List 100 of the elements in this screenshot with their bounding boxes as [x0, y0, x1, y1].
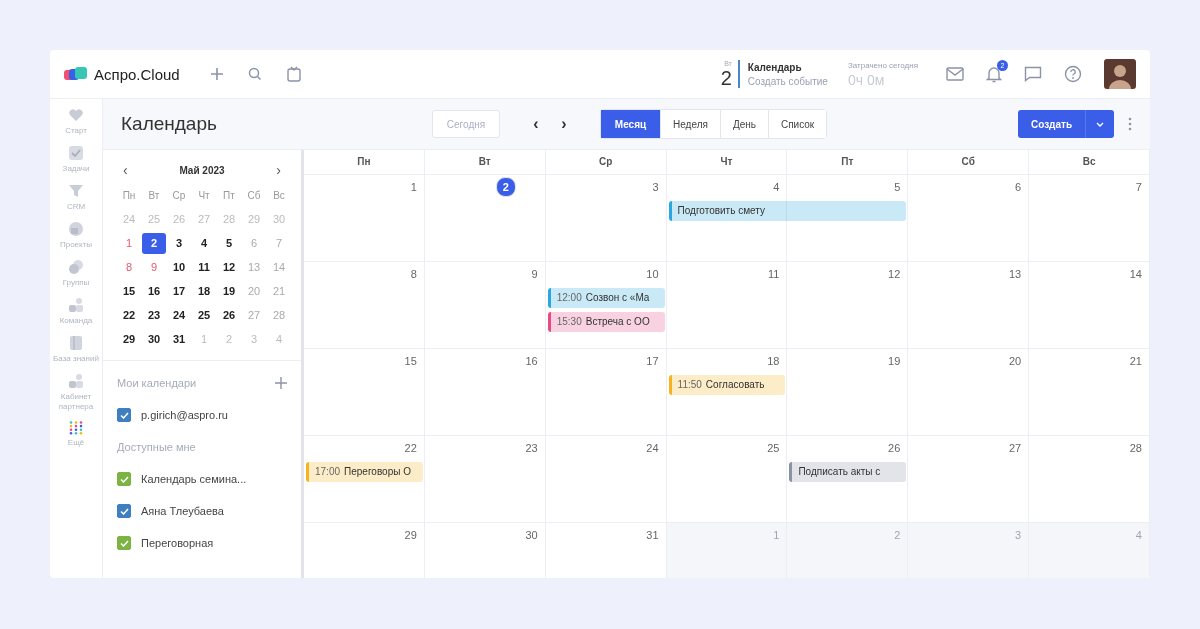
mini-day[interactable]: 30 [142, 329, 166, 350]
weekday-header: Пт [787, 150, 909, 174]
weekday-label: Чт [197, 189, 211, 203]
weekday-label: Ср [171, 189, 187, 203]
calendar-event[interactable]: 12:00 Созвон с «Ма [547, 288, 665, 308]
calendar-event[interactable]: Подписать акты с [789, 462, 907, 482]
mini-day[interactable]: 26 [217, 305, 241, 326]
mini-day[interactable]: 25 [192, 305, 216, 326]
next-button[interactable]: › [550, 115, 578, 133]
day-number[interactable]: 14 [1124, 265, 1142, 283]
month-title: Май 2023 [179, 164, 225, 176]
day-number[interactable]: 19 [882, 352, 901, 370]
day-number: 2 [720, 68, 732, 88]
mini-day[interactable]: 29 [117, 329, 141, 350]
day-number[interactable]: 16 [519, 352, 538, 370]
day-number[interactable]: 11 [761, 265, 780, 283]
mini-day[interactable]: 19 [217, 281, 241, 302]
view-tab[interactable]: Месяц [601, 110, 661, 138]
add-icon[interactable] [275, 377, 287, 389]
day-number[interactable]: 2 [495, 177, 516, 197]
help-icon[interactable] [1064, 65, 1082, 83]
funnel-icon [68, 183, 84, 199]
create-dropdown-button[interactable] [1086, 110, 1114, 138]
logo-text: Аспро.Cloud [94, 65, 180, 83]
day-number[interactable]: 6 [1003, 178, 1022, 196]
day-number[interactable]: 13 [1003, 265, 1022, 283]
calendar-event[interactable]: 15:30 Встреча с ОО [547, 312, 665, 332]
mini-day[interactable]: 24 [167, 305, 191, 326]
logo-icon [64, 67, 88, 81]
time-spent-value: 0ч 0м [847, 71, 886, 88]
day-number[interactable]: 12 [882, 265, 901, 283]
circles-icon [68, 259, 84, 275]
day-number[interactable]: 26 [882, 439, 901, 457]
calendar-checkbox[interactable] [117, 536, 131, 550]
mini-day[interactable]: 3 [167, 233, 191, 254]
day-number[interactable]: 10 [640, 265, 659, 283]
clipboard-icon[interactable] [285, 66, 302, 82]
day-number[interactable]: 23 [519, 439, 538, 457]
day-number[interactable]: 20 [1003, 352, 1022, 370]
mini-day[interactable]: 31 [167, 329, 191, 350]
calendar-checkbox[interactable] [117, 472, 131, 486]
day-number[interactable]: 28 [1124, 439, 1142, 457]
calendar-checkbox[interactable] [117, 408, 131, 422]
calendar-event[interactable]: 17:00 Переговоры О [306, 462, 423, 482]
chat-icon[interactable] [1024, 66, 1042, 82]
weekday-label: Вс [272, 189, 286, 203]
day-number[interactable]: 18 [761, 352, 780, 370]
section-title: Мои календари [117, 377, 197, 389]
mini-day[interactable]: 4 [192, 233, 216, 254]
calendar-checkbox[interactable] [117, 504, 131, 518]
weekday-label: Пт [222, 189, 236, 203]
mail-icon[interactable] [946, 67, 964, 81]
day-number[interactable]: 25 [761, 439, 780, 457]
day-number[interactable]: 29 [398, 526, 417, 544]
day-number[interactable]: 8 [398, 265, 417, 283]
mini-day[interactable]: 11 [192, 257, 216, 278]
day-number[interactable]: 1 [398, 178, 417, 196]
weekday-header: Чт [666, 150, 788, 174]
mini-day[interactable]: 23 [142, 305, 166, 326]
mini-day[interactable]: 22 [117, 305, 141, 326]
mini-day[interactable]: 12 [217, 257, 241, 278]
mini-day[interactable]: 17 [167, 281, 191, 302]
day-number[interactable]: 21 [1124, 352, 1142, 370]
day-number[interactable]: 30 [519, 526, 538, 544]
day-number[interactable]: 7 [1124, 178, 1142, 196]
mini-next-button[interactable]: › [270, 162, 287, 178]
mini-day[interactable]: 10 [167, 257, 191, 278]
day-number[interactable]: 17 [640, 352, 659, 370]
day-number[interactable]: 31 [640, 526, 659, 544]
mini-day[interactable]: 15 [117, 281, 141, 302]
mini-day[interactable]: 9 [142, 257, 166, 278]
plus-icon[interactable] [209, 67, 224, 81]
weekday-header: Ср [545, 150, 667, 174]
mini-day[interactable]: 16 [142, 281, 166, 302]
calendar-event[interactable]: Подготовить смету [668, 201, 907, 221]
day-number[interactable]: 15 [398, 352, 417, 370]
calendar-name: p.girich@aspro.ru [141, 409, 228, 421]
day-number[interactable]: 5 [882, 178, 901, 196]
mini-prev-button[interactable]: ‹ [117, 162, 134, 178]
bell-icon[interactable] [986, 65, 1002, 83]
page-title: Календарь [121, 113, 218, 135]
search-icon[interactable] [247, 67, 262, 81]
weekday-header: Сб [908, 150, 1030, 174]
day-number[interactable]: 27 [1003, 439, 1022, 457]
mini-day[interactable]: 1 [117, 233, 141, 254]
mini-day[interactable]: 5 [217, 233, 241, 254]
day-number[interactable]: 4 [761, 178, 780, 196]
previous-button[interactable]: ‹ [522, 115, 550, 133]
more-icon[interactable] [1128, 117, 1132, 131]
day-number[interactable]: 22 [398, 439, 417, 457]
day-number[interactable]: 3 [640, 178, 659, 196]
mini-day[interactable]: 2 [142, 233, 166, 254]
weekday-header: Вт [424, 150, 546, 174]
mini-day[interactable]: 8 [117, 257, 141, 278]
mini-day[interactable]: 18 [192, 281, 216, 302]
create-button[interactable]: Создать [1018, 110, 1086, 138]
day-number[interactable]: 24 [640, 439, 659, 457]
day-number[interactable]: 9 [519, 265, 538, 283]
calendar-event[interactable]: 11:50 Согласовать [668, 375, 786, 395]
avatar-icon[interactable] [1104, 59, 1136, 89]
